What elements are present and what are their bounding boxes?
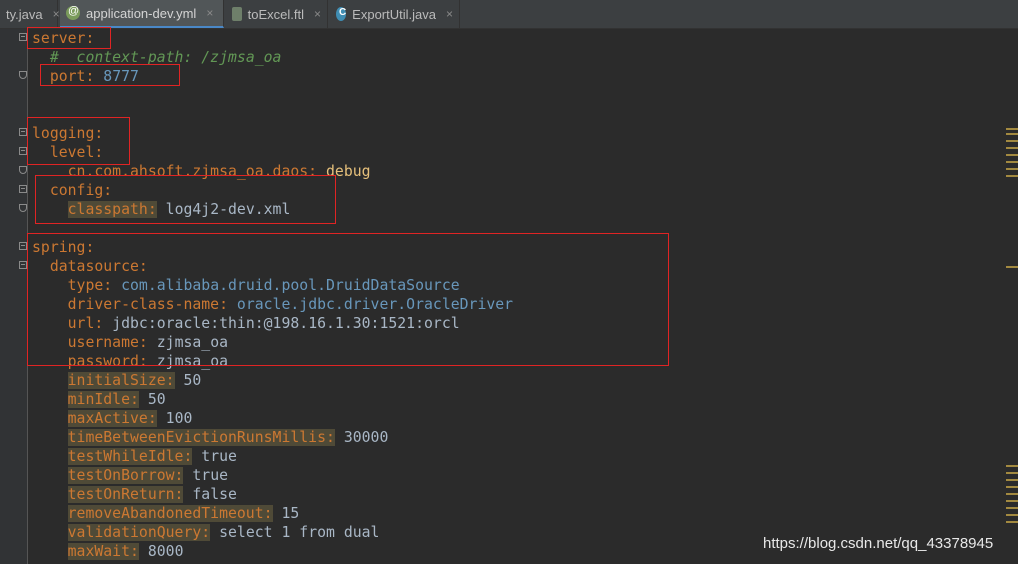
scroll-marker — [1006, 465, 1018, 467]
fold-toggle-icon[interactable] — [19, 33, 27, 41]
yaml-key: testWhileIdle: — [67, 448, 193, 465]
yaml-key: validationQuery: — [67, 524, 211, 541]
scroll-marker — [1006, 500, 1018, 502]
editor-gutter — [0, 29, 28, 564]
fold-toggle-icon[interactable] — [19, 147, 27, 155]
scroll-marker — [1006, 479, 1018, 481]
fold-toggle-icon[interactable] — [19, 242, 27, 250]
code-line: testWhileIdle: true — [32, 447, 237, 466]
code-line: testOnBorrow: true — [32, 466, 228, 485]
tab-application-dev-yml[interactable]: application-dev.yml × — [60, 0, 224, 28]
yaml-value: 30000 — [343, 429, 389, 446]
scroll-marker — [1006, 266, 1018, 268]
editor-scrollbar[interactable] — [1004, 29, 1018, 564]
code-line: removeAbandonedTimeout: 15 — [32, 504, 299, 523]
code-line: validationQuery: select 1 from dual — [32, 523, 379, 542]
yaml-value: false — [192, 486, 237, 503]
scroll-marker — [1006, 493, 1018, 495]
scroll-marker — [1006, 507, 1018, 509]
annotation-box-spring — [27, 233, 669, 366]
tab-exportutil-java[interactable]: ExportUtil.java × — [330, 0, 460, 28]
code-line: maxActive: 100 — [32, 409, 192, 428]
tab-toexcel-ftl[interactable]: toExcel.ftl × — [226, 0, 328, 28]
close-icon[interactable]: × — [53, 7, 60, 21]
yaml-key: maxActive: — [67, 410, 157, 427]
fold-end-icon[interactable] — [19, 71, 27, 79]
yaml-value: true — [201, 448, 237, 465]
java-class-icon — [336, 7, 346, 21]
yaml-key: initialSize: — [67, 372, 175, 389]
annotation-box-logging — [27, 117, 130, 165]
scroll-marker — [1006, 154, 1018, 156]
close-icon[interactable]: × — [446, 7, 453, 21]
fold-toggle-icon[interactable] — [19, 185, 27, 193]
yaml-value: true — [192, 467, 229, 484]
scroll-marker — [1006, 486, 1018, 488]
fold-toggle-icon[interactable] — [19, 128, 27, 136]
scroll-marker — [1006, 147, 1018, 149]
tab-label: toExcel.ftl — [247, 6, 304, 22]
yaml-key: minIdle: — [67, 391, 139, 408]
scroll-marker — [1006, 133, 1018, 135]
yaml-value: 50 — [147, 391, 166, 408]
yaml-value: 15 — [281, 505, 300, 522]
code-line: minIdle: 50 — [32, 390, 166, 409]
code-line: timeBetweenEvictionRunsMillis: 30000 — [32, 428, 388, 447]
yaml-key: maxWait: — [67, 543, 139, 560]
scroll-marker — [1006, 521, 1018, 523]
scroll-marker — [1006, 140, 1018, 142]
close-icon[interactable]: × — [206, 6, 213, 20]
fold-toggle-icon[interactable] — [19, 261, 27, 269]
tab-label: ExportUtil.java — [352, 6, 436, 22]
scroll-marker — [1006, 161, 1018, 163]
scroll-marker — [1006, 128, 1018, 130]
watermark-text: https://blog.csdn.net/qq_43378945 — [763, 535, 994, 552]
spring-yml-icon — [66, 5, 80, 20]
scroll-marker — [1006, 168, 1018, 170]
yaml-key: testOnReturn: — [67, 486, 184, 503]
code-line: initialSize: 50 — [32, 371, 201, 390]
code-line: testOnReturn: false — [32, 485, 237, 504]
yaml-value: 100 — [165, 410, 193, 427]
annotation-box-server — [27, 27, 111, 49]
yaml-value: 50 — [183, 372, 202, 389]
scroll-marker — [1006, 175, 1018, 177]
code-line: maxWait: 8000 — [32, 542, 183, 561]
tab-label: ty.java — [6, 6, 43, 22]
ftl-file-icon — [232, 7, 242, 21]
annotation-box-port — [40, 64, 180, 86]
yaml-value: select 1 from dual — [219, 524, 380, 541]
annotation-box-config — [35, 175, 336, 224]
yaml-key: timeBetweenEvictionRunsMillis: — [67, 429, 335, 446]
editor-tab-bar: ty.java × application-dev.yml × toExcel.… — [0, 0, 1018, 29]
yaml-value: 8000 — [147, 543, 184, 560]
fold-end-icon[interactable] — [19, 204, 27, 212]
close-icon[interactable]: × — [314, 7, 321, 21]
scroll-marker — [1006, 514, 1018, 516]
yaml-key: removeAbandonedTimeout: — [67, 505, 273, 522]
fold-end-icon[interactable] — [19, 166, 27, 174]
scroll-marker — [1006, 472, 1018, 474]
yaml-key: testOnBorrow: — [67, 467, 184, 484]
tab-ty-java[interactable]: ty.java × — [0, 0, 60, 28]
tab-label: application-dev.yml — [86, 5, 197, 21]
